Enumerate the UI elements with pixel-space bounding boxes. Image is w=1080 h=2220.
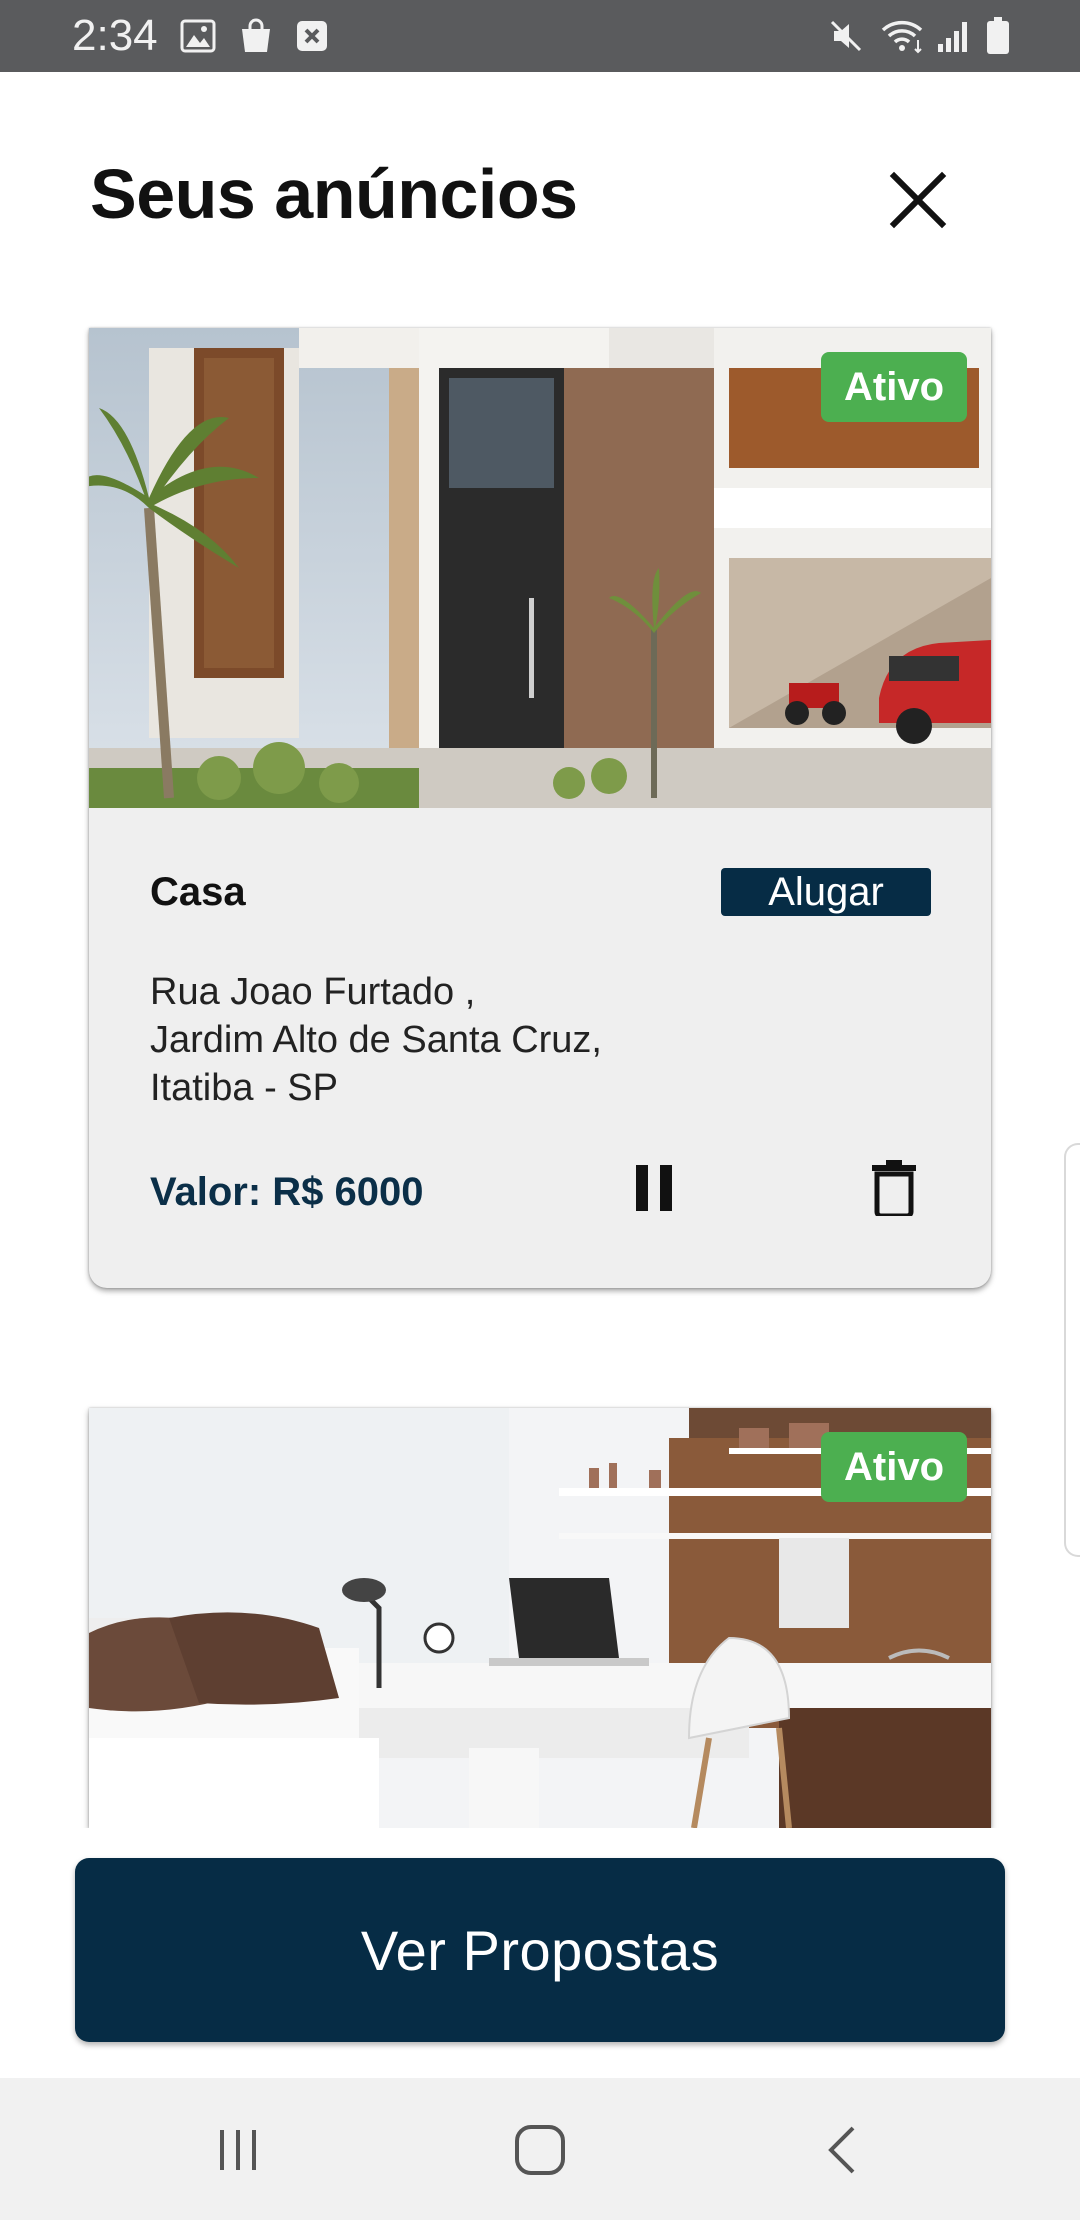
deal-type-badge: Alugar: [721, 868, 931, 916]
home-button[interactable]: [500, 2114, 580, 2186]
listing-address: Rua Joao Furtado , Jardim Alto de Santa …: [150, 968, 870, 1112]
mute-icon: [828, 18, 864, 54]
edge-panel-handle[interactable]: [1064, 1143, 1080, 1557]
pause-listing-button[interactable]: [619, 1153, 689, 1223]
status-badge: Ativo: [821, 352, 967, 422]
status-bar: 2:34: [0, 0, 1080, 72]
listing-card[interactable]: Ativo Casa Alugar Rua Joao Furtado , Jar…: [89, 328, 991, 1288]
pause-icon: [636, 1165, 672, 1211]
view-proposals-button[interactable]: Ver Propostas: [75, 1858, 1005, 2042]
shopping-bag-icon: [238, 18, 274, 54]
address-street: Rua Joao Furtado ,: [150, 971, 476, 1013]
delete-listing-button[interactable]: [859, 1148, 929, 1228]
recent-apps-icon: [220, 2130, 256, 2170]
listing-card[interactable]: Ativo: [89, 1408, 991, 1828]
property-type: Casa: [150, 870, 246, 914]
home-icon: [515, 2125, 565, 2175]
battery-icon: [980, 17, 1016, 54]
status-badge: Ativo: [821, 1432, 967, 1502]
listing-price: Valor: R$ 6000: [150, 1170, 424, 1214]
address-neighborhood: Jardim Alto de Santa Cruz,: [150, 1019, 602, 1061]
wifi-icon: [880, 18, 926, 54]
page-title: Seus anúncios: [90, 155, 578, 233]
image-icon: [180, 18, 216, 54]
status-time: 2:34: [72, 11, 158, 60]
close-box-icon: [294, 18, 330, 54]
address-city: Itatiba - SP: [150, 1067, 338, 1109]
trash-icon: [872, 1160, 916, 1216]
recent-apps-button[interactable]: [198, 2114, 278, 2186]
page-header: Seus anúncios: [0, 72, 1080, 322]
close-button[interactable]: [880, 162, 956, 238]
close-icon: [889, 171, 947, 229]
listing-details: Casa Alugar Rua Joao Furtado , Jardim Al…: [89, 808, 991, 1288]
back-icon: [828, 2126, 855, 2174]
navigation-bar: [0, 2078, 1080, 2220]
back-button[interactable]: [803, 2114, 883, 2186]
signal-icon: [936, 18, 972, 54]
